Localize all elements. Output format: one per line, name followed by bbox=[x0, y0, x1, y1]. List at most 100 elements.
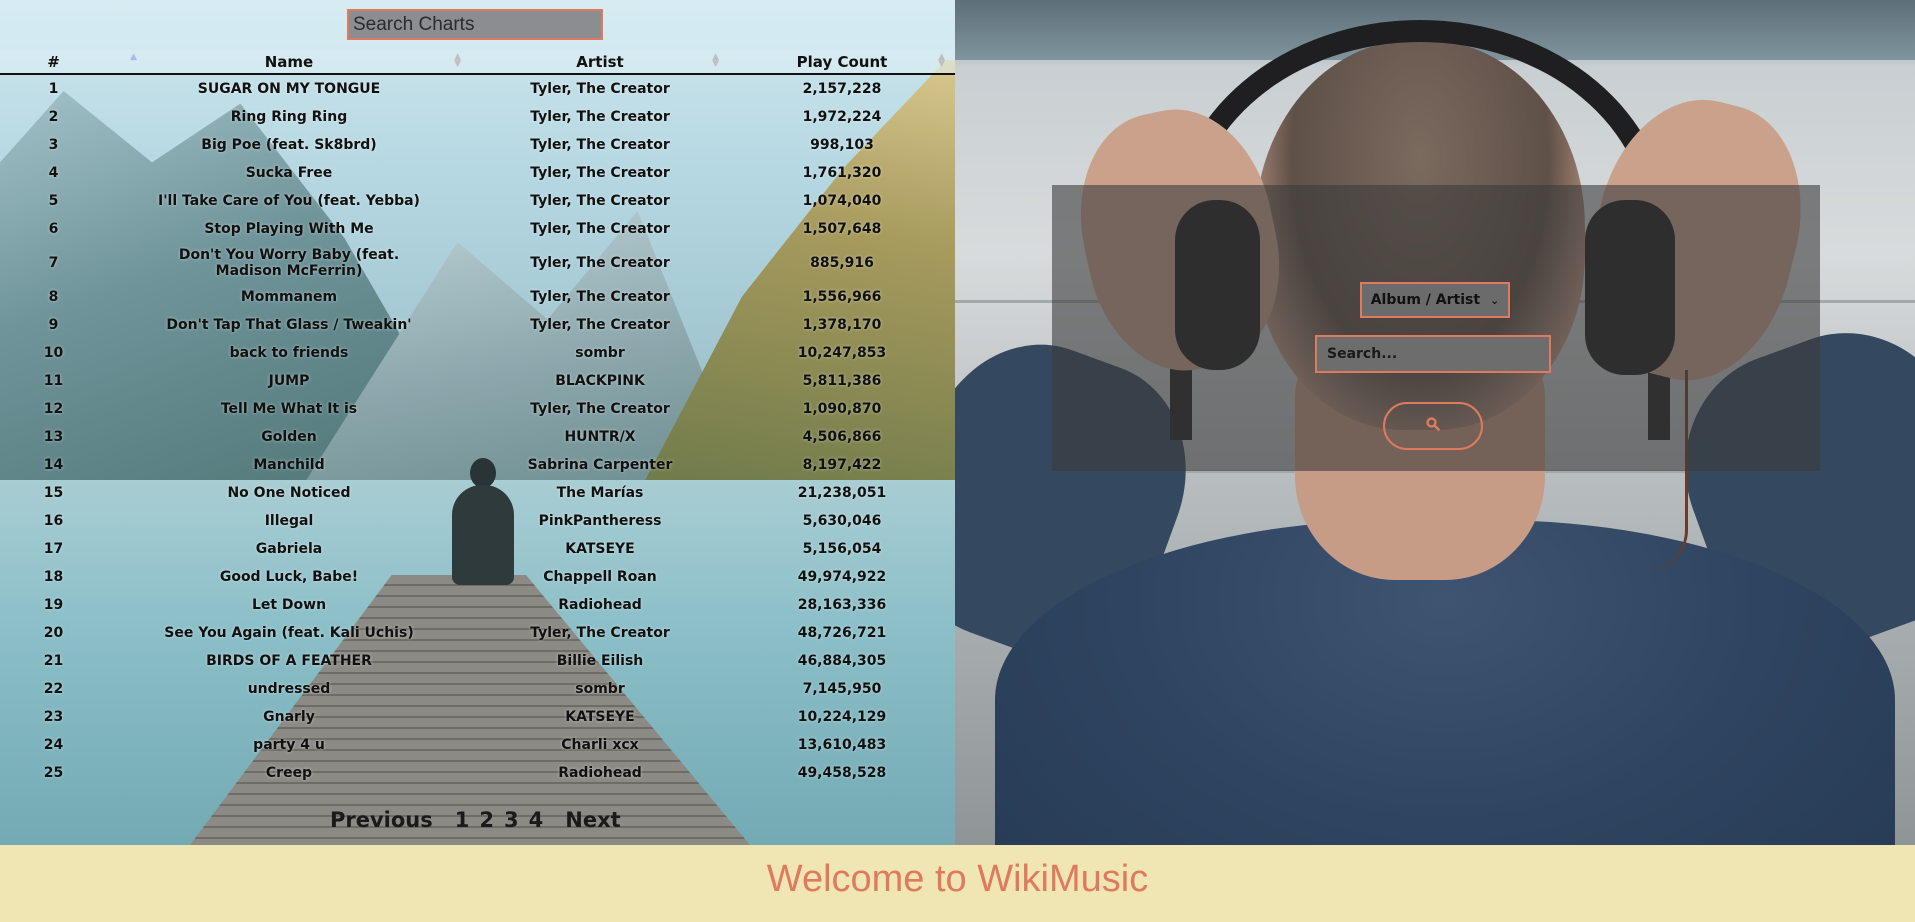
name-cell: Don't You Worry Baby (feat. Madison McFe… bbox=[178, 247, 400, 279]
rank-cell: 3 bbox=[48, 137, 59, 153]
table-row: 22 undressed sombr 7,145,950 bbox=[0, 675, 955, 703]
play-count-cell: 4,506,866 bbox=[802, 429, 882, 445]
rank-cell: 7 bbox=[48, 255, 59, 271]
rank-cell: 17 bbox=[43, 541, 64, 557]
rank-cell: 19 bbox=[43, 597, 64, 613]
rank-cell: 14 bbox=[43, 457, 64, 473]
rank-cell: 10 bbox=[43, 345, 64, 361]
artist-cell: Charli xcx bbox=[561, 737, 639, 753]
name-cell: Gabriela bbox=[255, 541, 323, 557]
table-row: 11 JUMP BLACKPINK 5,811,386 bbox=[0, 367, 955, 395]
artist-cell: sombr bbox=[575, 345, 625, 361]
previous-page-button[interactable]: Previous bbox=[330, 808, 433, 832]
sort-icon: ▲ ▼ bbox=[712, 52, 719, 69]
search-button[interactable] bbox=[1383, 402, 1483, 450]
table-row: 3 Big Poe (feat. Sk8brd) Tyler, The Creato… bbox=[0, 131, 955, 159]
table-row: 10 back to friends sombr 10,247,853 bbox=[0, 339, 955, 367]
play-count-cell: 1,378,170 bbox=[802, 317, 882, 333]
name-cell: Illegal bbox=[264, 513, 314, 529]
table-row: 16 Illegal PinkPantheress 5,630,046 bbox=[0, 507, 955, 535]
table-row: 4 Sucka Free Tyler, The Creator 1,761,320 bbox=[0, 159, 955, 187]
play-count-cell: 998,103 bbox=[810, 137, 874, 153]
column-header-rank[interactable]: #▲ bbox=[0, 50, 137, 75]
artist-cell: Tyler, The Creator bbox=[530, 165, 670, 181]
play-count-cell: 21,238,051 bbox=[797, 485, 887, 501]
rank-cell: 16 bbox=[43, 513, 64, 529]
play-count-cell: 1,507,648 bbox=[802, 221, 882, 237]
footer: Welcome to WikiMusic bbox=[0, 845, 1915, 922]
name-cell: No One Noticed bbox=[227, 485, 351, 501]
page-1-button[interactable]: 1 bbox=[455, 808, 470, 832]
artist-cell: Tyler, The Creator bbox=[530, 193, 670, 209]
name-cell: I'll Take Care of You (feat. Yebba) bbox=[158, 193, 420, 209]
rank-cell: 4 bbox=[48, 165, 59, 181]
pagination: Previous 1 2 3 4 Next bbox=[330, 808, 621, 832]
column-header-name[interactable]: Name ▲ ▼ bbox=[107, 50, 471, 75]
play-count-cell: 48,726,721 bbox=[797, 625, 887, 641]
rank-cell: 22 bbox=[43, 681, 64, 697]
play-count-cell: 46,884,305 bbox=[797, 653, 887, 669]
play-count-cell: 5,630,046 bbox=[802, 513, 882, 529]
column-header-play-count[interactable]: Play Count ▲ ▼ bbox=[729, 50, 955, 75]
artist-cell: PinkPantheress bbox=[538, 513, 662, 529]
artist-cell: KATSEYE bbox=[565, 709, 635, 725]
rank-cell: 6 bbox=[48, 221, 59, 237]
name-cell: Creep bbox=[265, 765, 313, 781]
rank-cell: 2 bbox=[48, 109, 59, 125]
name-cell: back to friends bbox=[229, 345, 349, 361]
artist-cell: KATSEYE bbox=[565, 541, 635, 557]
name-cell: See You Again (feat. Kali Uchis) bbox=[164, 625, 414, 641]
name-cell: Tell Me What It is bbox=[220, 401, 358, 417]
next-page-button[interactable]: Next bbox=[565, 808, 620, 832]
play-count-cell: 1,074,040 bbox=[802, 193, 882, 209]
play-count-cell: 8,197,422 bbox=[802, 457, 882, 473]
welcome-title: Welcome to WikiMusic bbox=[766, 858, 1149, 900]
name-cell: Good Luck, Babe! bbox=[219, 569, 359, 585]
page-3-button[interactable]: 3 bbox=[504, 808, 519, 832]
music-search-input[interactable] bbox=[1315, 335, 1551, 373]
play-count-cell: 10,247,853 bbox=[797, 345, 887, 361]
sort-icon: ▲ ▼ bbox=[938, 52, 945, 69]
rank-cell: 8 bbox=[48, 289, 59, 305]
play-count-cell: 28,163,336 bbox=[797, 597, 887, 613]
chevron-down-icon: ⌄ bbox=[1490, 293, 1500, 307]
name-cell: SUGAR ON MY TONGUE bbox=[197, 81, 381, 97]
search-type-label: Album / Artist bbox=[1370, 292, 1481, 308]
column-header-artist[interactable]: Artist ▲ ▼ bbox=[471, 50, 729, 75]
table-row: 21 BIRDS OF A FEATHER Billie Eilish 46,884,… bbox=[0, 647, 955, 675]
artist-cell: BLACKPINK bbox=[555, 373, 645, 389]
table-row: 15 No One Noticed The Marías 21,238,051 bbox=[0, 479, 955, 507]
artist-cell: Radiohead bbox=[558, 765, 642, 781]
artist-cell: HUNTR/X bbox=[564, 429, 636, 445]
search-type-select[interactable]: Album / Artist ⌄ bbox=[1360, 282, 1510, 318]
artist-cell: Tyler, The Creator bbox=[530, 221, 670, 237]
artist-cell: sombr bbox=[575, 681, 625, 697]
table-row: 5 I'll Take Care of You (feat. Yebba) Tyle… bbox=[0, 187, 955, 215]
charts-table-body: 1 SUGAR ON MY TONGUE Tyler, The Creator 2,1… bbox=[0, 74, 955, 787]
page-4-button[interactable]: 4 bbox=[529, 808, 544, 832]
name-cell: BIRDS OF A FEATHER bbox=[206, 653, 372, 669]
table-header-row: #▲ Name▲▼ Artist▲▼ Play Count▲▼ bbox=[0, 50, 955, 75]
rank-cell: 1 bbox=[48, 81, 59, 97]
page-numbers: 1 2 3 4 bbox=[455, 808, 544, 832]
artist-cell: The Marías bbox=[556, 485, 644, 501]
charts-table: #▲ Name▲▼ Artist▲▼ Play Count▲▼ 1 SUGAR O… bbox=[0, 50, 955, 787]
name-cell: Golden bbox=[261, 429, 317, 445]
play-count-cell: 1,556,966 bbox=[802, 289, 882, 305]
rank-cell: 9 bbox=[48, 317, 59, 333]
page-2-button[interactable]: 2 bbox=[479, 808, 494, 832]
table-row: 17 Gabriela KATSEYE 5,156,054 bbox=[0, 535, 955, 563]
play-count-cell: 1,090,870 bbox=[802, 401, 882, 417]
artist-cell: Radiohead bbox=[558, 597, 642, 613]
table-row: 2 Ring Ring Ring Tyler, The Creator 1,972,2… bbox=[0, 103, 955, 131]
chart-search-input[interactable] bbox=[347, 9, 603, 40]
rank-cell: 18 bbox=[43, 569, 64, 585]
name-cell: Ring Ring Ring bbox=[230, 109, 348, 125]
name-cell: Big Poe (feat. Sk8brd) bbox=[201, 137, 377, 153]
charts-panel: #▲ Name▲▼ Artist▲▼ Play Count▲▼ 1 SUGAR O… bbox=[0, 0, 955, 845]
table-row: 12 Tell Me What It is Tyler, The Creator 1,… bbox=[0, 395, 955, 423]
play-count-cell: 49,974,922 bbox=[797, 569, 887, 585]
rank-cell: 23 bbox=[43, 709, 64, 725]
table-row: 14 Manchild Sabrina Carpenter 8,197,422 bbox=[0, 451, 955, 479]
artist-cell: Chappell Roan bbox=[543, 569, 657, 585]
